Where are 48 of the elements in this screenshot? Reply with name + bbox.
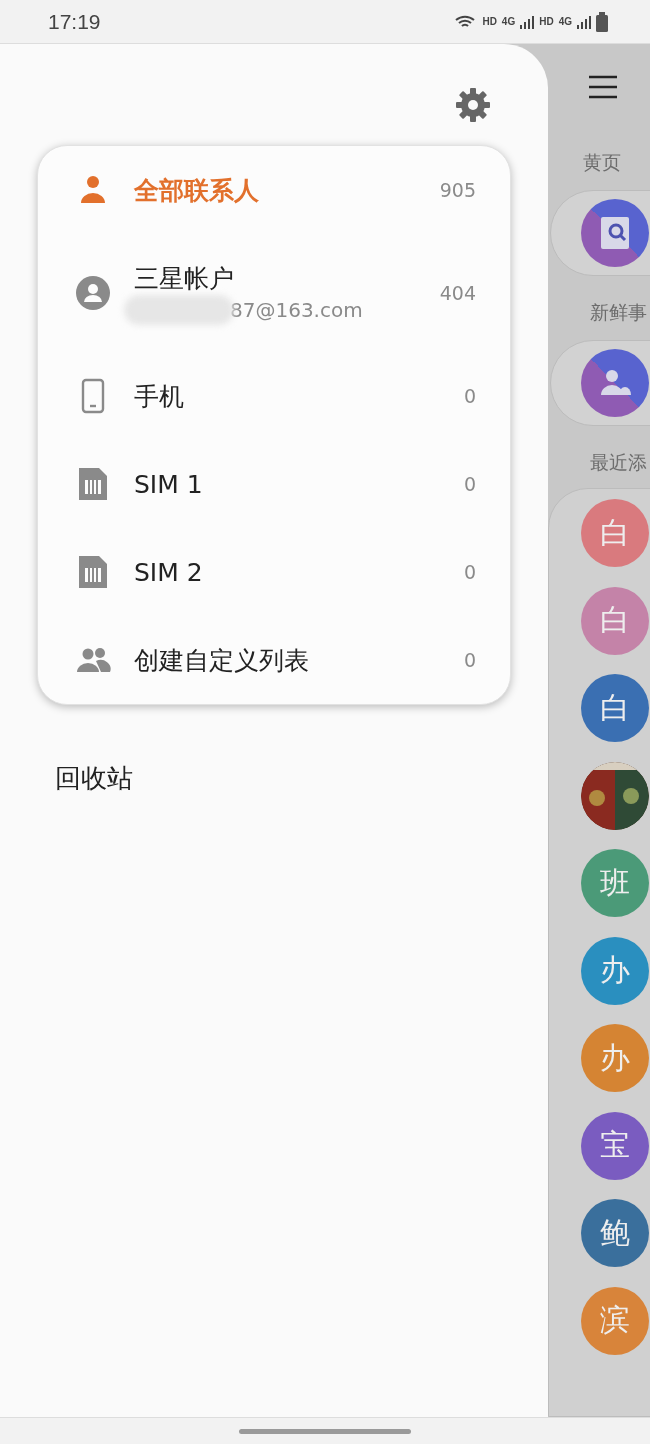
contact-avatar[interactable]: 宝 <box>581 1111 649 1180</box>
section-header: 新鲜事 <box>590 300 648 325</box>
shortcut-card[interactable] <box>550 190 650 276</box>
contact-avatar[interactable]: 办 <box>581 936 649 1005</box>
source-label: 手机 <box>134 380 185 413</box>
contact-avatar[interactable]: 鲍 <box>581 1199 649 1267</box>
network-label: 4G <box>558 16 572 27</box>
source-label: SIM 2 <box>134 557 204 587</box>
contact-count: 905 <box>439 179 476 201</box>
source-item[interactable]: 创建自定义列表 0 <box>38 616 510 704</box>
status-time: 17:19 <box>48 9 101 34</box>
home-handle[interactable] <box>239 1428 411 1434</box>
source-label: 创建自定义列表 <box>134 644 310 677</box>
contact-avatar[interactable]: 白 <box>581 499 649 567</box>
signal-icon <box>577 14 591 29</box>
source-item[interactable]: SIM 1 0 <box>38 440 510 528</box>
battery-icon <box>596 11 608 32</box>
section-header: 黄页 <box>583 150 622 175</box>
contact-count: 0 <box>463 649 476 671</box>
contact-count: 404 <box>439 282 476 304</box>
account-icon <box>74 274 112 312</box>
signal-icon <box>520 14 535 29</box>
network-label: HD <box>482 16 497 27</box>
contact-count: 0 <box>463 561 476 583</box>
trash-item[interactable]: 回收站 <box>55 761 133 796</box>
contact-count: 0 <box>463 473 476 495</box>
contact-avatar[interactable]: 办 <box>581 1024 649 1092</box>
shortcut-card[interactable] <box>550 340 650 426</box>
menu-icon[interactable] <box>588 74 618 100</box>
network-label: 4G <box>501 16 516 27</box>
source-item[interactable]: 手机 0 <box>38 352 510 440</box>
source-label: SIM 1 <box>134 469 204 499</box>
section-header: 最近添 <box>590 450 648 475</box>
source-item[interactable]: 全部联系人 905 <box>38 146 510 234</box>
source-label: 全部联系人 <box>134 174 260 207</box>
contact-avatar[interactable]: 滨 <box>581 1286 649 1355</box>
settings-icon[interactable] <box>455 87 491 123</box>
contact-avatar[interactable]: 白 <box>581 586 649 655</box>
source-label: 三星帐户 <box>134 262 235 295</box>
contact-avatar[interactable]: 班 <box>581 849 649 917</box>
source-item[interactable]: 三星帐户 87@163.com 404 <box>38 234 510 352</box>
address-book-icon[interactable] <box>581 199 649 267</box>
network-label: HD <box>539 16 554 27</box>
contact-avatar[interactable]: 白 <box>581 674 649 742</box>
contact-count: 0 <box>463 385 476 407</box>
person-bell-icon[interactable] <box>581 349 649 417</box>
source-item[interactable]: SIM 2 0 <box>38 528 510 616</box>
account-email: 87@163.com <box>230 297 363 322</box>
